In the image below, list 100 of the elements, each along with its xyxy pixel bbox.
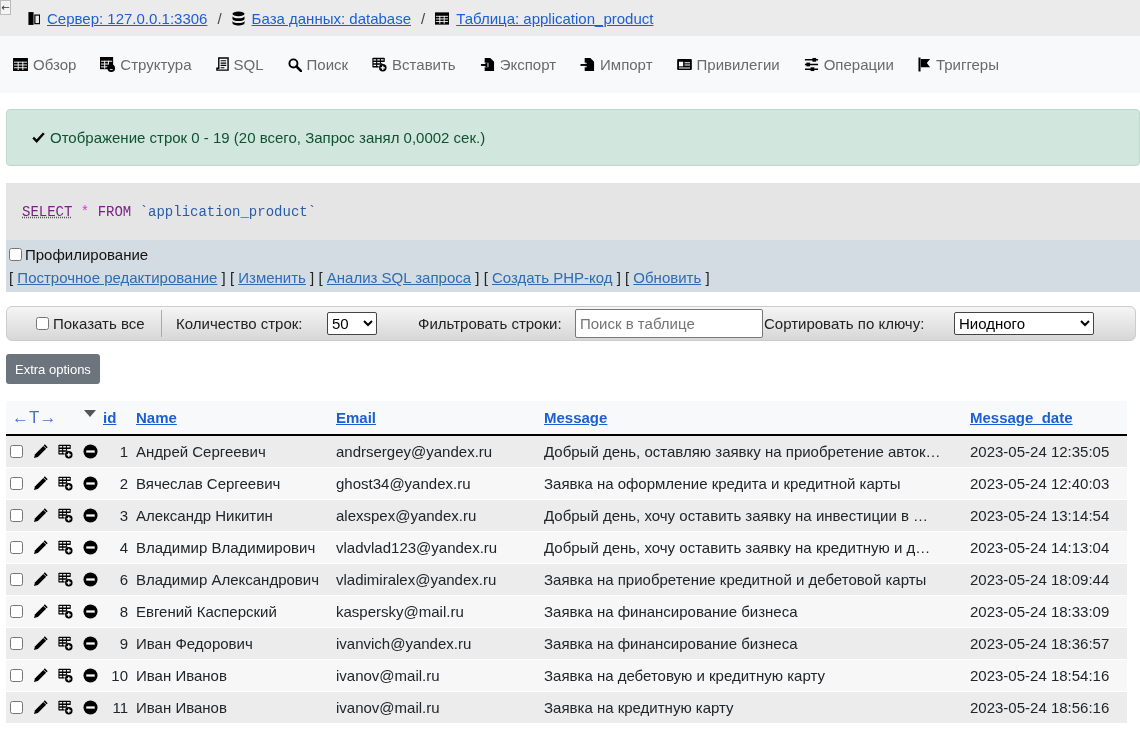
minus-circle-icon[interactable] [83,571,98,587]
sort-label: Сортировать по ключу: [764,315,926,332]
query-action-link[interactable]: Построчное редактирование [17,269,218,286]
profiling-checkbox[interactable] [9,247,22,261]
email-cell: vladvlad123@yandex.ru [336,538,498,556]
table-plus-icon[interactable] [58,699,73,715]
table-plus-icon [372,57,388,72]
table-plus-icon[interactable] [58,667,73,683]
email-cell: andrsergey@yandex.ru [336,442,493,460]
table-gear-icon [100,57,116,72]
message-text: Отображение строк 0 - 19 (20 всего, Запрос занял 0,0002 сек.) [50,129,486,146]
message-cell: Заявка на финансирование бизнеса [544,602,798,620]
check-icon [32,132,45,143]
tab[interactable]: Структура [88,56,204,73]
table-plus-icon[interactable] [58,475,73,491]
tab[interactable]: Импорт [568,56,665,73]
query-action-link[interactable]: Обновить [633,269,702,286]
tab[interactable]: Поиск [275,56,361,73]
doc-link[interactable]: SELECT [22,203,73,220]
breadcrumb-link[interactable]: База данных: database [251,9,411,27]
table-plus-icon[interactable] [58,507,73,523]
name-cell: Владимир Владимирович [136,538,316,556]
table-plus-icon[interactable] [58,603,73,619]
message-column-header[interactable]: Message [544,409,608,426]
tab[interactable]: Обзор [1,56,89,73]
row-checkbox[interactable] [10,572,23,586]
row-checkbox[interactable] [10,636,23,650]
id-cell: 3 [119,506,128,524]
table-plus-icon[interactable] [58,571,73,587]
breadcrumb-link[interactable]: Сервер: 127.0.0.1:3306 [47,9,208,27]
pencil-icon[interactable] [33,539,48,555]
row-checkbox[interactable] [10,508,23,522]
email-cell: alexspex@yandex.ru [336,506,477,524]
row-checkbox[interactable] [10,604,23,618]
date-cell: 2023-05-24 12:40:03 [970,474,1110,492]
id-cell: 4 [119,538,128,556]
tab[interactable]: Привилегии [664,56,792,73]
server-icon [28,10,40,26]
query-action-link[interactable]: Анализ SQL запроса [326,269,472,286]
show-all-checkbox[interactable] [36,317,49,330]
tab[interactable]: SQL [203,56,276,73]
name-column-header[interactable]: Name [136,409,177,426]
pencil-icon[interactable] [33,571,48,587]
name-cell: Андрей Сергеевич [136,442,266,460]
message-cell: Добрый день, хочу оставить заявку на кредитную и д… [544,538,931,556]
filter-input[interactable]: Поиск в таблице [575,309,763,338]
table-plus-icon[interactable] [58,635,73,651]
name-cell: Иван Иванов [136,666,227,684]
message-cell: Заявка на дебетовую и кредитную карту [544,666,825,684]
id-cell: 9 [119,634,128,652]
row-checkbox[interactable] [10,476,23,490]
rows-count-select[interactable]: 50 [327,312,377,335]
table-plus-icon[interactable] [58,443,73,459]
name-cell: Владимир Александрович [136,570,319,588]
date-cell: 2023-05-24 14:13:04 [970,538,1110,556]
query-action-link[interactable]: Изменить [238,269,306,286]
date-cell: 2023-05-24 12:35:05 [970,442,1110,460]
minus-circle-icon[interactable] [83,699,98,715]
id-card-icon [676,59,692,70]
tab[interactable]: Операции [791,56,906,73]
row-checkbox[interactable] [10,540,23,554]
email-cell: vladimiralex@yandex.ru [336,570,497,588]
message-cell: Заявка на оформление кредита и кредитной карты [544,474,901,492]
show-all-label: Показать все [53,315,146,332]
pencil-icon[interactable] [33,635,48,651]
minus-circle-icon[interactable] [83,539,98,555]
id-cell: 10 [111,666,128,684]
minus-circle-icon[interactable] [83,667,98,683]
extra-options-button[interactable]: Extra options [6,354,100,384]
tab[interactable]: Экспорт [467,56,569,73]
pencil-icon[interactable] [33,475,48,491]
sort-select[interactable]: Ниодного [954,312,1094,335]
minus-circle-icon[interactable] [83,443,98,459]
row-checkbox[interactable] [10,444,23,458]
date-cell: 2023-05-24 13:14:54 [970,506,1110,524]
pencil-icon[interactable] [33,667,48,683]
query-action-link[interactable]: Создать PHP-код [491,269,613,286]
table-plus-icon[interactable] [58,539,73,555]
pencil-icon[interactable] [33,603,48,619]
minus-circle-icon[interactable] [83,507,98,523]
id-cell: 8 [119,602,128,620]
row-checkbox[interactable] [10,700,23,714]
email-column-header[interactable]: Email [336,409,377,426]
tab[interactable]: Триггеры [905,56,1011,73]
pencil-icon[interactable] [33,699,48,715]
pencil-icon[interactable] [33,443,48,459]
tab[interactable]: Вставить [360,56,468,73]
breadcrumb-link[interactable]: Таблица: application_product [456,9,654,27]
minus-circle-icon[interactable] [83,603,98,619]
search-icon [287,57,302,72]
date-cell: 2023-05-24 18:36:57 [970,634,1110,652]
minus-circle-icon[interactable] [83,475,98,491]
minus-circle-icon[interactable] [83,635,98,651]
row-checkbox[interactable] [10,668,23,682]
table-icon [13,58,28,71]
pencil-icon[interactable] [33,507,48,523]
name-cell: Иван Иванов [136,698,227,716]
caret-down-icon[interactable] [84,409,96,418]
query-actions: [ Построчное редактирование ] [ Изменить ] [ Анализ SQL запроса ] [ Создать PHP-код ] [ Обновить ] [9,268,711,288]
name-cell: Иван Федорович [136,634,253,652]
